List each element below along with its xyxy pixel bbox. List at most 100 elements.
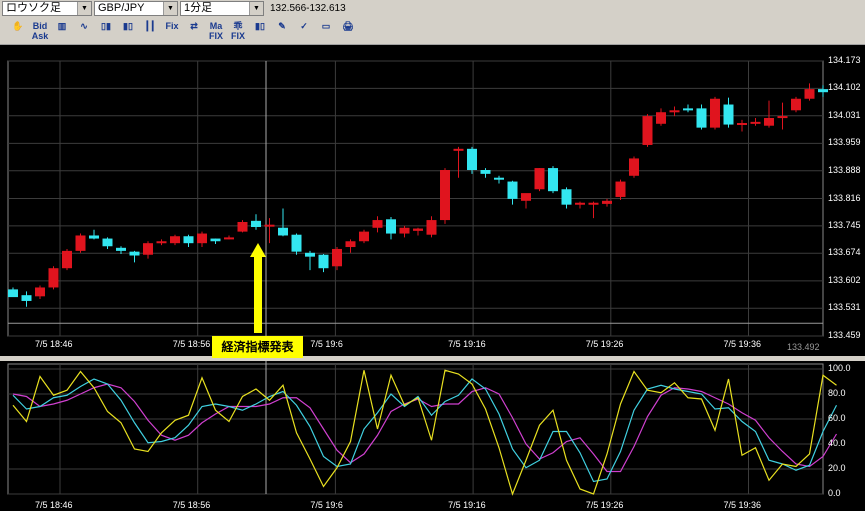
pair-select[interactable]: GBP/JPY ▼	[94, 1, 178, 16]
candle-body	[116, 247, 126, 251]
event-arrow-head	[250, 243, 266, 257]
window-icon[interactable]: ▭	[316, 21, 336, 41]
x-axis-label: 7/5 19:16	[448, 339, 486, 349]
y-axis-label: 133.674	[828, 247, 861, 258]
candle-body	[129, 251, 140, 256]
candle-body	[197, 233, 207, 244]
candle-body	[183, 236, 194, 244]
y-axis-label: 133.959	[828, 137, 861, 148]
candle-body	[467, 148, 477, 170]
osc-axis-label: 60.0	[828, 413, 846, 423]
candle-body	[278, 227, 288, 236]
annotation-label: 経済指標発表	[212, 336, 303, 358]
chart-type-value: ロウソク足	[6, 2, 61, 14]
osc-axis-label: 100.0	[828, 363, 851, 373]
candle-body	[723, 104, 734, 125]
fix-button[interactable]: Fix	[162, 21, 182, 41]
y-axis-label: 133.531	[828, 302, 861, 313]
candle-body	[561, 189, 572, 205]
candle-body	[48, 268, 59, 288]
candle-body	[224, 237, 234, 240]
candle-icon[interactable]: ▯▮	[96, 21, 116, 41]
hand-tool-icon[interactable]: ✋	[8, 21, 28, 41]
chevron-down-icon[interactable]: ▼	[77, 2, 91, 15]
candle-body	[318, 254, 329, 269]
bid-ask-button[interactable]: Bid Ask	[30, 21, 50, 41]
ohlc-icon[interactable]: ┃┃	[140, 21, 160, 41]
pair-value: GBP/JPY	[98, 2, 145, 14]
chart-type-select[interactable]: ロウソク足 ▼	[2, 1, 92, 16]
y-axis-label: 133.459	[828, 330, 861, 340]
ma-fix-button[interactable]: Ma FIX	[206, 21, 226, 41]
candle-body	[35, 287, 45, 297]
candle-body	[332, 248, 342, 267]
osc-x-axis-label: 7/5 19:6	[310, 500, 343, 510]
candle-body	[656, 112, 666, 124]
x-axis-label: 7/5 18:56	[172, 339, 211, 349]
candle-body	[534, 168, 545, 190]
candle-body	[791, 98, 801, 111]
candle-body	[440, 169, 450, 221]
osc-x-axis-label: 7/5 18:46	[35, 500, 73, 510]
y-axis-label: 133.745	[828, 219, 861, 230]
candle-body	[413, 228, 423, 231]
candle-body	[548, 168, 558, 192]
candle3-icon[interactable]: ▮▯	[250, 21, 270, 41]
panel-divider[interactable]	[0, 356, 865, 361]
candle-body	[102, 238, 113, 247]
candle-body	[399, 227, 410, 234]
candle-body	[21, 295, 32, 301]
osc-axis-label: 40.0	[828, 438, 846, 448]
candle-body	[8, 289, 18, 298]
candle-body	[291, 234, 302, 252]
kairi-fix-button[interactable]: 乖 FIX	[228, 21, 248, 41]
candle-body	[521, 193, 531, 201]
draw-line-icon[interactable]: ✎	[272, 21, 292, 41]
price-range-label: 132.566-132.613	[270, 3, 346, 14]
candle-body	[453, 148, 464, 151]
chevron-down-icon[interactable]: ▼	[163, 2, 177, 15]
chevron-down-icon[interactable]: ▼	[249, 2, 263, 15]
chart-area[interactable]: 133.492 経済指標発表 134.173 134.102 134.031 133.…	[0, 45, 865, 511]
timeframe-value: 1分足	[184, 2, 213, 14]
check-icon[interactable]: ✓	[294, 21, 314, 41]
candle-body	[602, 200, 612, 204]
candle-body	[264, 224, 275, 227]
x-axis-label: 7/5 19:26	[585, 339, 624, 349]
candle-body	[710, 98, 720, 128]
candle-body	[251, 220, 261, 228]
candle-body	[480, 169, 491, 174]
candle-body	[143, 243, 153, 255]
y-axis-label: 134.031	[828, 109, 861, 120]
osc-x-axis-label: 7/5 19:26	[585, 500, 624, 510]
candle-body	[359, 231, 369, 242]
candle-body	[642, 116, 653, 145]
bar-chart-icon[interactable]: ▥	[52, 21, 72, 41]
x-axis-label: 7/5 18:46	[35, 339, 73, 349]
candle-body	[89, 235, 99, 239]
candle-body	[210, 238, 221, 242]
y-axis-label: 133.816	[828, 192, 861, 203]
chart-canvas[interactable]	[0, 45, 865, 511]
top-toolbar: ロウソク足 ▼ GBP/JPY ▼ 1分足 ▼ 132.566-132.613	[0, 0, 865, 18]
osc-x-axis-label: 7/5 19:16	[448, 500, 486, 510]
tool-buttons-bar: ✋ Bid Ask ▥ ∿ ▯▮ ▮▯ ┃┃ Fix ⇄ Ma FIX 乖 FIX ▮▯ ✎ ✓ ▭ 🖨	[0, 19, 865, 45]
event-arrow-shaft	[254, 255, 262, 333]
candle-body	[345, 241, 356, 248]
candle-body	[575, 202, 585, 205]
candle2-icon[interactable]: ▮▯	[118, 21, 138, 41]
candle-body	[170, 236, 180, 244]
stoch-k-line	[12, 369, 837, 496]
candle-body	[804, 89, 815, 99]
candle-body	[305, 252, 315, 257]
candle-body	[818, 89, 828, 93]
candle-body	[507, 181, 518, 199]
timeframe-select[interactable]: 1分足 ▼	[180, 1, 264, 16]
print-icon[interactable]: 🖨	[338, 21, 358, 41]
candle-body	[764, 118, 774, 126]
osc-axis-label: 20.0	[828, 463, 846, 473]
osc-x-axis-label: 7/5 19:36	[723, 500, 762, 510]
y-axis-label: 133.602	[828, 274, 861, 285]
scroll-icon[interactable]: ⇄	[184, 21, 204, 41]
line-chart-icon[interactable]: ∿	[74, 21, 94, 41]
